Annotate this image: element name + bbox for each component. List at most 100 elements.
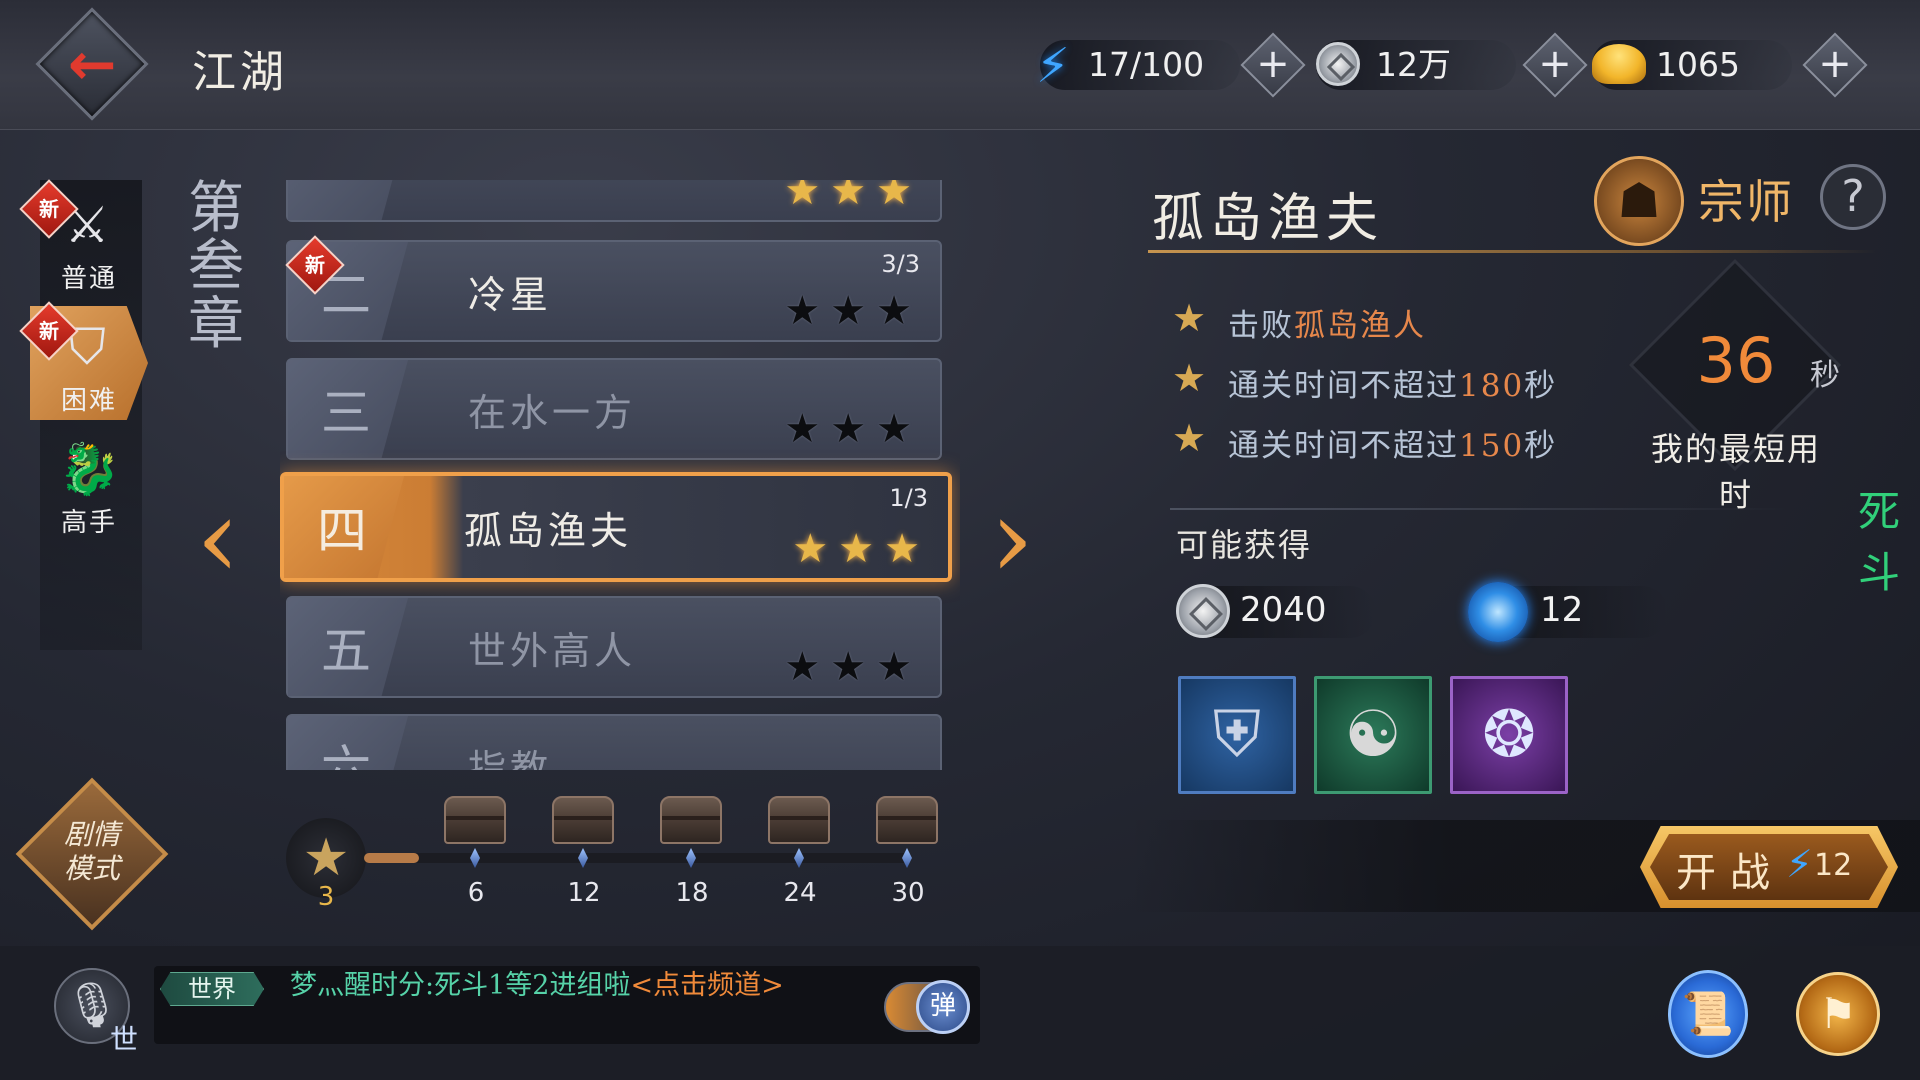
exp-orb-icon <box>1468 582 1528 642</box>
chest-milestone: 18 <box>675 878 709 908</box>
chest-marker-icon <box>794 848 804 868</box>
level-stars: ★★★ <box>792 526 930 572</box>
level-card-6[interactable]: 六 指教 <box>286 714 942 770</box>
reward-chest[interactable] <box>660 796 722 844</box>
tab-master-label: 高手 <box>60 508 117 538</box>
scroll-icon[interactable]: 📜 <box>1668 970 1748 1058</box>
chest-marker-icon <box>686 848 696 868</box>
battle-energy-cost: 12 <box>1814 848 1853 883</box>
level-card-2[interactable]: 二 冷星 3/3 ★★★ <box>286 240 942 342</box>
level-number: 四 <box>317 502 367 560</box>
rank-label: 宗师 <box>1698 175 1794 229</box>
page-title: 江湖 <box>192 47 288 98</box>
energy-bolt-icon: ⚡ <box>1786 842 1813 886</box>
star-count: 3 <box>317 882 335 912</box>
level-name: 冷星 <box>468 272 553 317</box>
tab-master[interactable]: 🐉 高手 <box>30 428 148 542</box>
energy-bolt-icon: ⚡ <box>1036 38 1070 94</box>
chapter-title: 第 叁 章 <box>186 180 246 354</box>
chapter-char: 第 <box>188 176 244 241</box>
reward-chest[interactable] <box>552 796 614 844</box>
tab-normal-label: 普通 <box>60 264 117 294</box>
level-card-4-selected[interactable]: 四 孤岛渔夫 1/3 ★★★ <box>280 472 952 582</box>
title-divider <box>1148 250 1878 253</box>
objective-star-icon: ★ <box>1172 296 1207 340</box>
chest-marker-icon <box>902 848 912 868</box>
level-card-5[interactable]: 五 世外高人 ★★★ <box>286 596 942 698</box>
level-name: 指教 <box>468 746 553 771</box>
level-progress: 3/3 <box>881 250 920 278</box>
reward-item-charm[interactable]: ❂ <box>1450 676 1568 794</box>
level-name: 世外高人 <box>468 628 637 673</box>
level-card-3[interactable]: 三 在水一方 ★★★ <box>286 358 942 460</box>
beast-face-icon: ☗ <box>1617 173 1661 229</box>
reward-chest[interactable] <box>876 796 938 844</box>
objective-star-icon: ★ <box>1172 356 1207 400</box>
chest-milestone: 30 <box>891 878 925 908</box>
charm-icon: ❂ <box>1482 698 1536 772</box>
prev-chapter-arrow-icon[interactable]: ‹ <box>188 483 248 593</box>
story-mode-label-line: 剧情 <box>63 818 120 851</box>
objective-star-icon: ★ <box>1172 416 1207 460</box>
story-mode-label[interactable]: 剧情 模式 <box>40 818 144 886</box>
level-progress: 1/3 <box>889 484 928 512</box>
level-stars: ★★★ <box>784 288 922 334</box>
chest-marker-icon <box>470 848 480 868</box>
help-button[interactable]: ? <box>1820 164 1886 230</box>
reward-chest[interactable] <box>768 796 830 844</box>
level-list[interactable]: 一 ★★★ 二 冷星 3/3 ★★★ 三 在水一方 ★★★ 四 孤岛渔夫 1/3… <box>280 180 960 770</box>
gold-value: 1065 <box>1656 45 1740 84</box>
chat-channel-tag: 世界 <box>160 972 264 1006</box>
level-number: 一 <box>306 180 386 220</box>
level-number: 五 <box>321 622 371 680</box>
chapter-char: 叁 <box>188 234 244 299</box>
level-stars: ★★★ <box>784 180 922 214</box>
level-name: 在水一方 <box>468 390 637 435</box>
objective-2: 通关时间不超过180秒 <box>1228 368 1558 404</box>
star-progress-track <box>364 853 912 863</box>
plus-icon[interactable]: + <box>1532 36 1578 92</box>
dragon-icon: 🐉 <box>58 440 121 498</box>
chat-message[interactable]: 梦灬醒时分:死斗1等2进组啦<点击频道> <box>290 968 890 1004</box>
best-time-value: 36 <box>1696 324 1776 397</box>
level-card-1[interactable]: 一 ★★★ <box>286 180 942 222</box>
new-badge-label: 新 <box>39 319 59 343</box>
level-name: 孤岛渔夫 <box>464 508 633 553</box>
chapter-char: 章 <box>188 292 244 357</box>
popup-toggle-knob[interactable]: 弹 <box>916 980 970 1034</box>
star-progress-fill <box>364 853 419 863</box>
level-stars: ★★★ <box>784 406 922 452</box>
story-mode-label-line: 模式 <box>63 852 120 885</box>
reward-chest[interactable] <box>444 796 506 844</box>
start-battle-label[interactable]: 开战 <box>1676 840 1784 898</box>
objective-3: 通关时间不超过150秒 <box>1228 428 1558 464</box>
reward-item-emblem[interactable]: ☯ <box>1314 676 1432 794</box>
armor-fragment-icon: ⛨ <box>1213 698 1261 772</box>
best-time-unit: 秒 <box>1810 358 1840 393</box>
chest-milestone: 12 <box>567 878 601 908</box>
level-number: 三 <box>321 384 371 442</box>
coin-reward-value: 2040 <box>1240 590 1327 630</box>
chat-channel-link[interactable]: <点击频道> <box>630 970 783 1001</box>
chest-milestone: 6 <box>467 878 485 908</box>
objective-1: 击败孤岛渔人 <box>1228 308 1426 344</box>
side-mode-text: 死斗 <box>1858 487 1901 597</box>
coin-icon <box>1176 584 1230 638</box>
gold-ingot-icon <box>1592 44 1646 84</box>
back-arrow-icon[interactable]: ← <box>62 30 122 98</box>
voice-channel-label: 世 <box>110 1023 139 1056</box>
rewards-header: 可能获得 <box>1176 526 1313 564</box>
stage-title: 孤岛渔夫 <box>1152 189 1385 249</box>
banner-icon[interactable]: ⚑ <box>1796 972 1880 1056</box>
coins-value: 12万 <box>1376 45 1451 84</box>
reward-item-armor[interactable]: ⛨ <box>1178 676 1296 794</box>
energy-value: 17/100 <box>1088 45 1205 84</box>
level-number: 六 <box>321 740 371 770</box>
chest-marker-icon <box>578 848 588 868</box>
plus-icon[interactable]: + <box>1812 36 1858 92</box>
coin-icon <box>1316 42 1360 86</box>
best-time-label: 我的最短用时 <box>1650 430 1821 514</box>
next-chapter-arrow-icon[interactable]: › <box>982 483 1042 593</box>
chest-milestone: 24 <box>783 878 817 908</box>
plus-icon[interactable]: + <box>1250 36 1296 92</box>
